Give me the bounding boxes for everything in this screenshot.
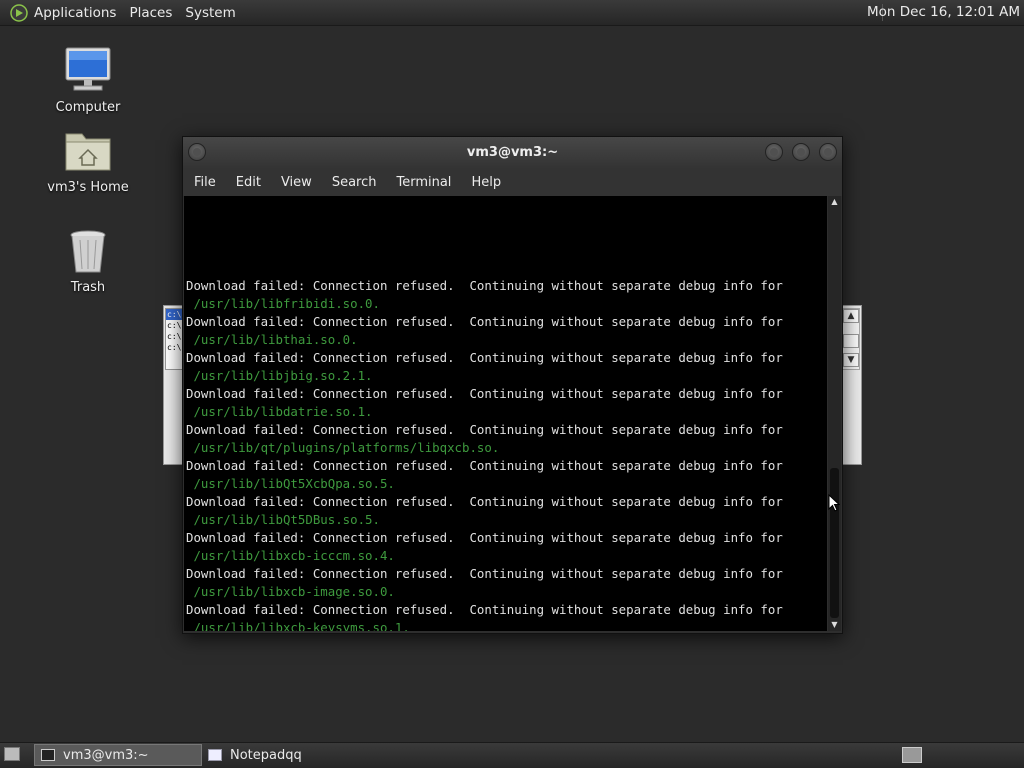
terminal-window[interactable]: vm3@vm3:~ File Edit View Search Terminal… bbox=[182, 136, 843, 634]
clock[interactable]: Mon Dec 16, 12:01 AM bbox=[867, 4, 1020, 20]
top-panel: Applications Places System Mon Dec 16, 1… bbox=[0, 0, 1024, 26]
desktop-icon-label: Computer bbox=[55, 100, 121, 115]
menu-search[interactable]: Search bbox=[332, 173, 377, 192]
home-folder-icon bbox=[65, 133, 111, 171]
desktop-icon-home[interactable]: vm3's Home bbox=[33, 126, 143, 195]
scroll-thumb[interactable] bbox=[830, 468, 839, 618]
terminal-menubar: File Edit View Search Terminal Help bbox=[183, 169, 842, 196]
terminal-titlebar[interactable]: vm3@vm3:~ bbox=[183, 137, 842, 169]
terminal-line: Download failed: Connection refused. Con… bbox=[186, 350, 783, 365]
maximize-icon[interactable] bbox=[792, 143, 810, 161]
terminal-scrollbar[interactable]: ▲ ▼ bbox=[828, 196, 841, 631]
bg-scrollbar[interactable]: ▲ ▼ bbox=[842, 308, 860, 370]
terminal-lines: Download failed: Connection refused. Con… bbox=[186, 196, 783, 631]
taskbar-item-terminal[interactable]: vm3@vm3:~ bbox=[34, 744, 202, 766]
terminal-line: Download failed: Connection refused. Con… bbox=[186, 278, 783, 293]
scroll-up-icon[interactable]: ▲ bbox=[843, 309, 859, 323]
terminal-path-line: /usr/lib/libQt5DBus.so.5. bbox=[186, 512, 380, 527]
desktop-icon-label: vm3's Home bbox=[47, 180, 129, 195]
terminal-path-line: /usr/lib/libthai.so.0. bbox=[186, 332, 358, 347]
taskbar-item-label: Notepadqq bbox=[230, 747, 302, 763]
notepad-icon bbox=[208, 749, 222, 761]
terminal-path-line: /usr/lib/libxcb-keysyms.so.1. bbox=[186, 620, 410, 631]
close-icon[interactable] bbox=[819, 143, 837, 161]
taskbar-item-notepadqq[interactable]: Notepadqq bbox=[202, 744, 370, 766]
minimize-icon[interactable] bbox=[765, 143, 783, 161]
desktop-icon-trash[interactable]: Trash bbox=[33, 228, 143, 295]
scroll-thumb[interactable] bbox=[843, 334, 859, 348]
terminal-line: Download failed: Connection refused. Con… bbox=[186, 602, 783, 617]
scroll-up-icon[interactable]: ▲ bbox=[828, 196, 841, 208]
terminal-output[interactable]: Download failed: Connection refused. Con… bbox=[184, 196, 827, 631]
applications-logo-icon[interactable] bbox=[10, 3, 28, 22]
show-desktop-icon[interactable] bbox=[4, 747, 20, 761]
places-menu[interactable]: Places bbox=[129, 5, 172, 21]
applications-menu[interactable]: Applications bbox=[34, 5, 116, 21]
terminal-line: Download failed: Connection refused. Con… bbox=[186, 458, 783, 473]
terminal-line: Download failed: Connection refused. Con… bbox=[186, 386, 783, 401]
terminal-icon bbox=[41, 749, 55, 761]
terminal-path-line: /usr/lib/libjbig.so.2.1. bbox=[186, 368, 373, 383]
terminal-path-line: /usr/lib/libfribidi.so.0. bbox=[186, 296, 380, 311]
terminal-line: Download failed: Connection refused. Con… bbox=[186, 566, 783, 581]
terminal-path-line: /usr/lib/libdatrie.so.1. bbox=[186, 404, 373, 419]
taskbar-item-label: vm3@vm3:~ bbox=[63, 747, 149, 763]
computer-icon bbox=[65, 47, 111, 91]
terminal-path-line: /usr/lib/qt/plugins/platforms/libqxcb.so… bbox=[186, 440, 500, 455]
scroll-down-icon[interactable]: ▼ bbox=[828, 619, 841, 631]
menu-edit[interactable]: Edit bbox=[236, 173, 261, 192]
workspace-switcher[interactable] bbox=[902, 747, 922, 763]
menu-file[interactable]: File bbox=[194, 173, 216, 192]
system-menu[interactable]: System bbox=[185, 5, 235, 21]
terminal-line: Download failed: Connection refused. Con… bbox=[186, 422, 783, 437]
scroll-down-icon[interactable]: ▼ bbox=[843, 353, 859, 367]
window-title: vm3@vm3:~ bbox=[466, 145, 559, 160]
bottom-panel: vm3@vm3:~ Notepadqq bbox=[0, 742, 1024, 768]
menu-view[interactable]: View bbox=[281, 173, 312, 192]
mouse-pointer-icon bbox=[828, 494, 840, 512]
terminal-path-line: /usr/lib/libQt5XcbQpa.so.5. bbox=[186, 476, 395, 491]
terminal-line: Download failed: Connection refused. Con… bbox=[186, 314, 783, 329]
terminal-line: Download failed: Connection refused. Con… bbox=[186, 530, 783, 545]
trash-icon bbox=[70, 230, 106, 273]
menu-help[interactable]: Help bbox=[471, 173, 501, 192]
terminal-path-line: /usr/lib/libxcb-image.so.0. bbox=[186, 584, 395, 599]
terminal-path-line: /usr/lib/libxcb-icccm.so.4. bbox=[186, 548, 395, 563]
terminal-line: Download failed: Connection refused. Con… bbox=[186, 494, 783, 509]
desktop-icon-label: Trash bbox=[70, 280, 106, 295]
desktop-icon-computer[interactable]: Computer bbox=[33, 44, 143, 115]
menu-terminal[interactable]: Terminal bbox=[396, 173, 451, 192]
